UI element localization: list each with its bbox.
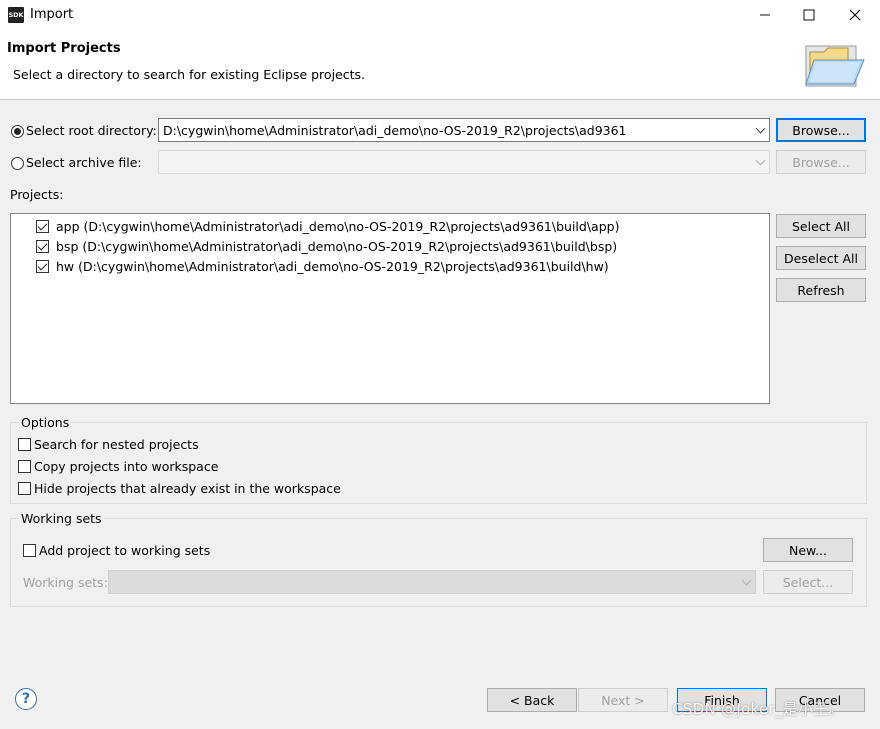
page-subtitle: Select a directory to search for existin…	[13, 67, 365, 82]
projects-label: Projects:	[10, 187, 64, 202]
project-checkbox[interactable]	[36, 259, 49, 273]
refresh-button[interactable]: Refresh	[776, 278, 866, 302]
watermark-text: CSDN @Joker_是小王。	[672, 700, 844, 718]
chevron-down-icon[interactable]	[737, 571, 755, 593]
window-title: Import	[30, 7, 74, 22]
list-item[interactable]: hw (D:\cygwin\home\Administrator\adi_dem…	[36, 256, 609, 276]
nested-projects-label: Search for nested projects	[34, 437, 199, 452]
copy-projects-label: Copy projects into workspace	[34, 459, 219, 474]
archive-file-label: Select archive file:	[26, 155, 142, 170]
browse-archive-button[interactable]: Browse...	[776, 150, 866, 174]
hide-existing-label: Hide projects that already exist in the …	[34, 481, 341, 496]
list-item[interactable]: bsp (D:\cygwin\home\Administrator\adi_de…	[36, 236, 617, 256]
new-working-set-button[interactable]: New...	[763, 538, 853, 562]
projects-list[interactable]: app (D:\cygwin\home\Administrator\adi_de…	[10, 213, 770, 404]
add-to-working-sets-label: Add project to working sets	[39, 543, 211, 558]
root-directory-value: D:\cygwin\home\Administrator\adi_demo\no…	[163, 122, 627, 138]
chevron-down-icon[interactable]	[751, 119, 769, 141]
working-sets-label: Working sets:	[23, 575, 108, 590]
title-bar: SDK Import	[0, 0, 880, 30]
open-folder-icon	[805, 45, 865, 87]
browse-directory-button[interactable]: Browse...	[776, 118, 866, 142]
root-directory-radio[interactable]	[11, 125, 24, 138]
copy-projects-checkbox[interactable]	[18, 460, 31, 473]
maximize-icon	[803, 9, 815, 21]
chevron-down-icon[interactable]	[751, 151, 769, 173]
sdk-app-icon: SDK	[8, 7, 24, 23]
select-working-set-button[interactable]: Select...	[763, 570, 853, 594]
select-all-button[interactable]: Select All	[776, 214, 866, 238]
root-directory-label: Select root directory:	[26, 123, 157, 138]
back-button[interactable]: < Back	[487, 688, 577, 712]
help-icon[interactable]: ?	[15, 688, 37, 710]
project-checkbox[interactable]	[36, 219, 49, 233]
working-sets-title: Working sets	[19, 511, 104, 526]
hide-existing-checkbox[interactable]	[18, 482, 31, 495]
close-icon	[849, 9, 861, 21]
deselect-all-button[interactable]: Deselect All	[776, 246, 866, 270]
root-directory-combo[interactable]: D:\cygwin\home\Administrator\adi_demo\no…	[158, 118, 770, 142]
project-checkbox[interactable]	[36, 239, 49, 253]
options-title: Options	[19, 415, 72, 430]
minimize-icon	[760, 14, 770, 16]
maximize-button[interactable]	[786, 0, 832, 30]
close-button[interactable]	[832, 0, 878, 30]
archive-file-radio[interactable]	[11, 157, 24, 170]
archive-file-combo[interactable]	[158, 150, 770, 174]
nested-projects-checkbox[interactable]	[18, 438, 31, 451]
page-title: Import Projects	[7, 41, 121, 56]
minimize-button[interactable]	[742, 0, 788, 30]
add-to-working-sets-checkbox[interactable]	[23, 544, 36, 557]
header-banner: Import Projects Select a directory to se…	[0, 30, 880, 100]
next-button[interactable]: Next >	[578, 688, 668, 712]
working-sets-combo[interactable]	[108, 570, 756, 594]
list-item[interactable]: app (D:\cygwin\home\Administrator\adi_de…	[36, 216, 619, 236]
